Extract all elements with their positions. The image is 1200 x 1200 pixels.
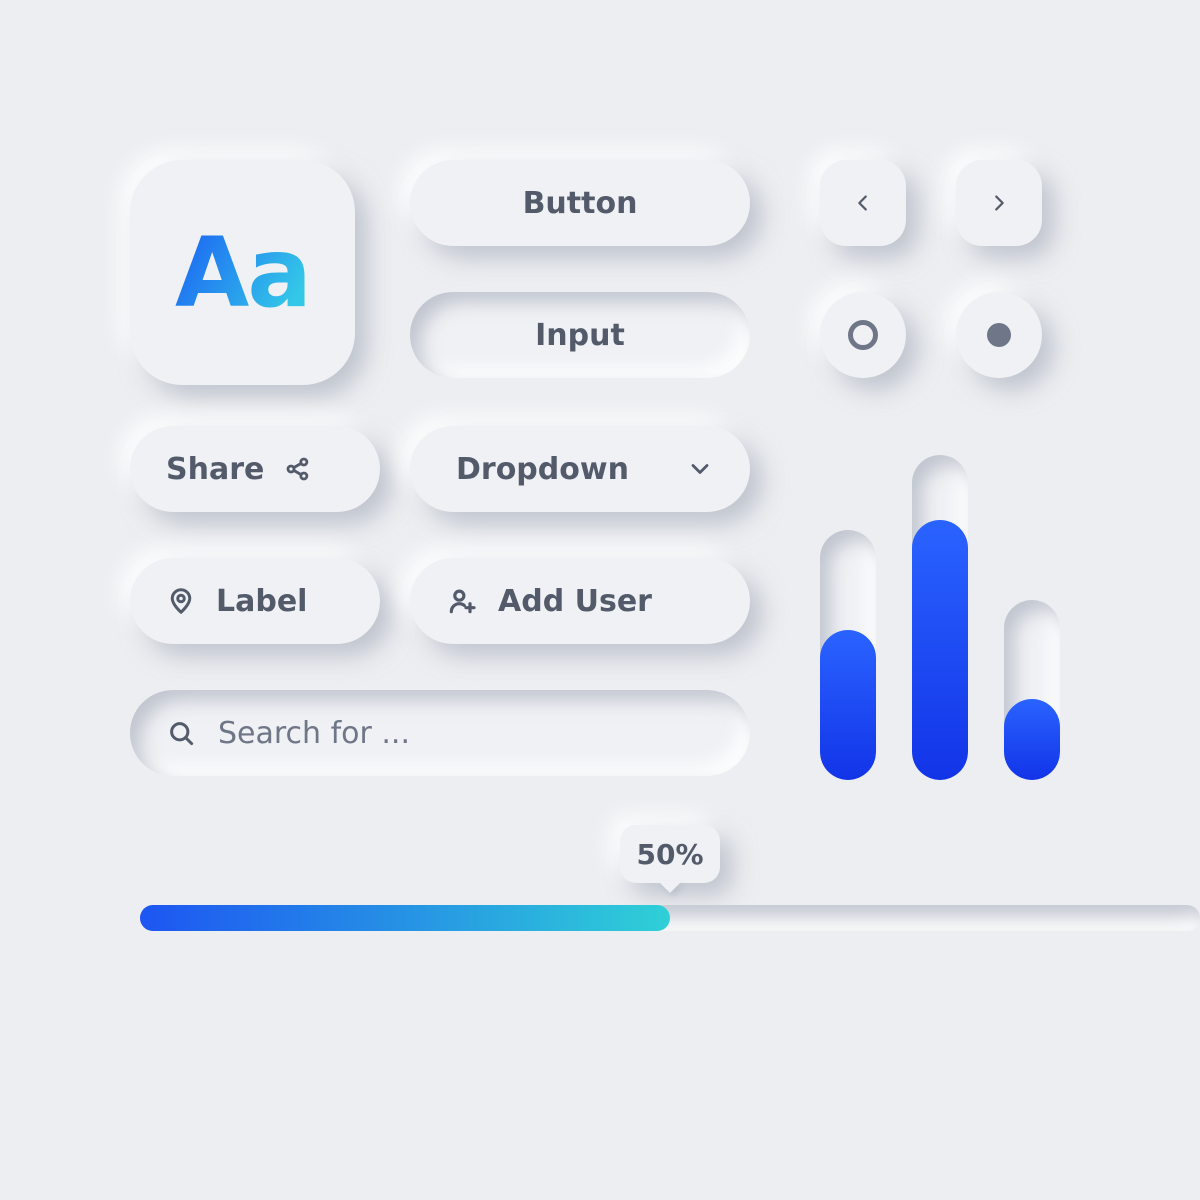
primary-button-label: Button	[523, 186, 638, 221]
bar-fill	[912, 520, 968, 780]
progress-tooltip: 50%	[620, 825, 720, 883]
dropdown-label: Dropdown	[456, 452, 629, 487]
dropdown[interactable]: Dropdown	[410, 426, 750, 512]
add-user-button-label: Add User	[498, 584, 652, 619]
pin-icon	[166, 586, 196, 616]
circle-outline-icon	[848, 320, 878, 350]
primary-button[interactable]: Button	[410, 160, 750, 246]
chevron-down-icon	[686, 455, 714, 483]
progress-tooltip-value: 50%	[636, 838, 703, 871]
share-button[interactable]: Share	[130, 426, 380, 512]
prev-button[interactable]	[820, 160, 906, 246]
share-button-label: Share	[166, 452, 264, 487]
bar-slot[interactable]	[1004, 600, 1060, 780]
chevron-right-icon	[988, 192, 1010, 214]
circle-filled-icon	[987, 323, 1011, 347]
bar-fill	[1004, 699, 1060, 780]
label-button-label: Label	[216, 584, 307, 619]
typography-tile[interactable]: Aa	[130, 160, 355, 385]
radio-checked[interactable]	[956, 292, 1042, 378]
search-input[interactable]: Search for ...	[130, 690, 750, 776]
bar-slot[interactable]	[912, 455, 968, 780]
bar-slot[interactable]	[820, 530, 876, 780]
equalizer-bars	[820, 455, 1060, 780]
bar-fill	[820, 630, 876, 780]
user-plus-icon	[446, 585, 478, 617]
radio-unchecked[interactable]	[820, 292, 906, 378]
add-user-button[interactable]: Add User	[410, 558, 750, 644]
chevron-left-icon	[852, 192, 874, 214]
search-icon	[166, 718, 196, 748]
label-button[interactable]: Label	[130, 558, 380, 644]
typography-sample: Aa	[175, 225, 310, 321]
text-input[interactable]: Input	[410, 292, 750, 378]
text-input-placeholder: Input	[535, 318, 625, 353]
progress-fill	[140, 905, 670, 931]
progress-track[interactable]	[140, 905, 1200, 931]
next-button[interactable]	[956, 160, 1042, 246]
search-placeholder: Search for ...	[218, 716, 410, 751]
share-icon	[284, 455, 312, 483]
